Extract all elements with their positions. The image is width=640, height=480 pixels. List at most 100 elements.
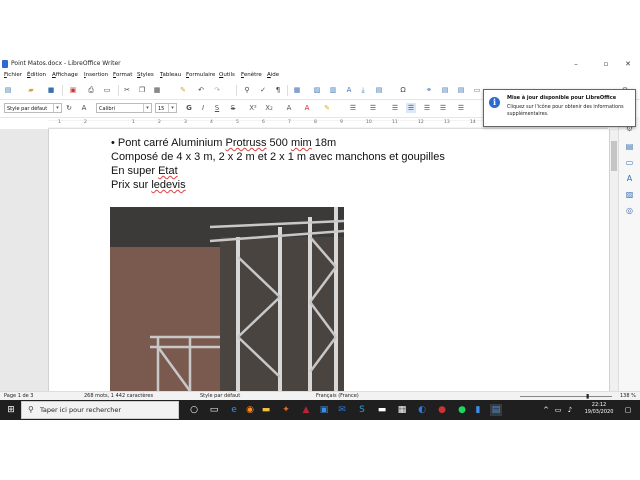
document-page[interactable]: • Pont carré Aluminium Protruss 500 mim … [48,129,610,391]
document-line-1[interactable]: • Pont carré Aluminium Protruss 500 mim … [111,137,336,149]
document-line-4[interactable]: Prix sur ledevis [111,179,186,191]
truss-photo[interactable] [110,207,344,391]
spotify-icon[interactable]: ● [456,404,468,416]
volume-icon[interactable]: ♪ [564,404,576,416]
network-icon[interactable]: ▭ [552,404,564,416]
numbered-list-icon[interactable]: ☰ [368,103,378,113]
mail-icon[interactable]: ✉ [336,404,348,416]
app-icon[interactable]: ◐ [416,404,428,416]
file-explorer-icon[interactable]: ▬ [260,404,272,416]
insert-textbox-icon[interactable]: A [344,85,354,95]
libreoffice-writer-taskbar-icon[interactable]: ▤ [490,404,502,416]
menu-fichier[interactable]: Fichier [4,72,22,78]
menu-tableau[interactable]: Tableau [160,72,181,78]
chevron-down-icon[interactable]: ▾ [143,104,151,112]
gallery-icon[interactable]: ▨ [624,189,635,200]
minimize-button[interactable]: – [566,59,586,69]
paragraph-style-combo[interactable]: Style par défaut ▾ [4,103,62,113]
app-icon[interactable]: ✦ [280,404,292,416]
copy-icon[interactable]: ❐ [137,85,147,95]
zoom-level[interactable]: 138 % [620,393,636,399]
insert-comment-icon[interactable]: ▭ [472,85,482,95]
properties-icon[interactable]: ▤ [624,141,635,152]
insert-footnote-icon[interactable]: ▤ [440,85,450,95]
insert-field-icon[interactable]: ▤ [374,85,384,95]
calculator-icon[interactable]: ▦ [396,404,408,416]
firefox-icon[interactable]: ◉ [244,404,256,416]
skype-icon[interactable]: S [356,404,368,416]
update-style-icon[interactable]: ↻ [64,103,74,113]
page-count[interactable]: Page 1 de 3 [4,393,34,399]
menu-format[interactable]: Format [113,72,132,78]
clear-formatting-icon[interactable]: A [284,103,294,113]
align-right-icon[interactable]: ☰ [422,103,432,113]
superscript-icon[interactable]: X² [248,103,258,113]
menu-insertion[interactable]: Insertion [84,72,108,78]
insert-image-icon[interactable]: ▨ [312,85,322,95]
scrollbar-thumb[interactable] [611,141,617,171]
notifications-icon[interactable]: ▢ [622,404,634,416]
save-icon[interactable]: ■ [46,85,56,95]
print-preview-icon[interactable]: ▭ [102,85,112,95]
align-center-icon[interactable]: ☰ [406,103,416,113]
chevron-up-icon[interactable]: ^ [540,404,552,416]
font-size-combo[interactable]: 15 ▾ [155,103,177,113]
styles-icon[interactable]: A [624,173,635,184]
paste-icon[interactable]: ▦ [152,85,162,95]
align-left-icon[interactable]: ☰ [390,103,400,113]
zoom-slider[interactable] [520,396,612,397]
navigator-icon[interactable]: ◎ [624,205,635,216]
subscript-icon[interactable]: X₂ [264,103,274,113]
formatting-marks-icon[interactable]: ¶ [273,85,283,95]
menu-formulaire[interactable]: Formulaire [186,72,215,78]
redo-icon[interactable]: ↷ [212,85,222,95]
strikethrough-icon[interactable]: S [228,103,238,113]
new-document-icon[interactable]: ▤ [3,85,13,95]
highlight-icon[interactable]: ✎ [322,103,332,113]
menu-outils[interactable]: Outils [219,72,235,78]
menu-affichage[interactable]: Affichage [52,72,78,78]
bullet-list-icon[interactable]: ☰ [348,103,358,113]
insert-table-icon[interactable]: ▦ [292,85,302,95]
underline-icon[interactable]: S [212,103,222,113]
vertical-scrollbar[interactable] [610,129,618,391]
menu-edition[interactable]: Édition [27,72,46,78]
page-style[interactable]: Style par défaut [200,393,240,399]
menu-styles[interactable]: Styles [137,72,154,78]
windows-start-icon[interactable]: ⊞ [5,404,17,416]
clone-formatting-icon[interactable]: ✎ [178,85,188,95]
store-icon[interactable]: ▣ [318,404,330,416]
zoom-handle[interactable]: ▮ [586,393,589,400]
taskbar-search-box[interactable]: ⚲ Taper ici pour rechercher [21,401,179,419]
app-icon[interactable]: ▮ [472,404,484,416]
page-icon[interactable]: ▭ [624,157,635,168]
font-color-icon[interactable]: A [302,103,312,113]
acrobat-icon[interactable]: ▲ [300,404,312,416]
app-icon[interactable]: ▬ [376,404,388,416]
line-spacing-icon[interactable]: ☰ [456,103,466,113]
print-icon[interactable]: ⎙ [86,85,96,95]
insert-page-break-icon[interactable]: ⤓ [358,85,368,95]
justify-icon[interactable]: ☰ [438,103,448,113]
edge-icon[interactable]: e [228,404,240,416]
italic-icon[interactable]: I [198,103,208,113]
close-button[interactable]: ✕ [618,59,638,69]
chevron-down-icon[interactable]: ▾ [168,104,176,112]
new-style-icon[interactable]: A [79,103,89,113]
open-folder-icon[interactable]: ▰ [26,85,36,95]
document-line-2[interactable]: Composé de 4 x 3 m, 2 x 2 m et 2 x 1 m a… [111,151,445,163]
maximize-button[interactable]: ▫ [596,59,616,69]
app-icon[interactable]: ● [436,404,448,416]
insert-chart-icon[interactable]: ▥ [328,85,338,95]
undo-icon[interactable]: ↶ [196,85,206,95]
misspelled-word[interactable]: ledevis [151,179,185,191]
update-notification-popup[interactable]: i Mise à jour disponible pour LibreOffic… [483,89,636,127]
insert-hyperlink-icon[interactable]: ⚭ [424,85,434,95]
misspelled-word[interactable]: Etat [158,165,178,177]
insert-endnote-icon[interactable]: ▤ [456,85,466,95]
chevron-down-icon[interactable]: ▾ [53,104,61,112]
export-pdf-icon[interactable]: ▣ [68,85,78,95]
menu-fenetre[interactable]: Fenêtre [241,72,262,78]
taskbar-clock[interactable]: 22:12 19/03/2020 [584,402,614,416]
misspelled-word[interactable]: Protruss [226,137,267,149]
